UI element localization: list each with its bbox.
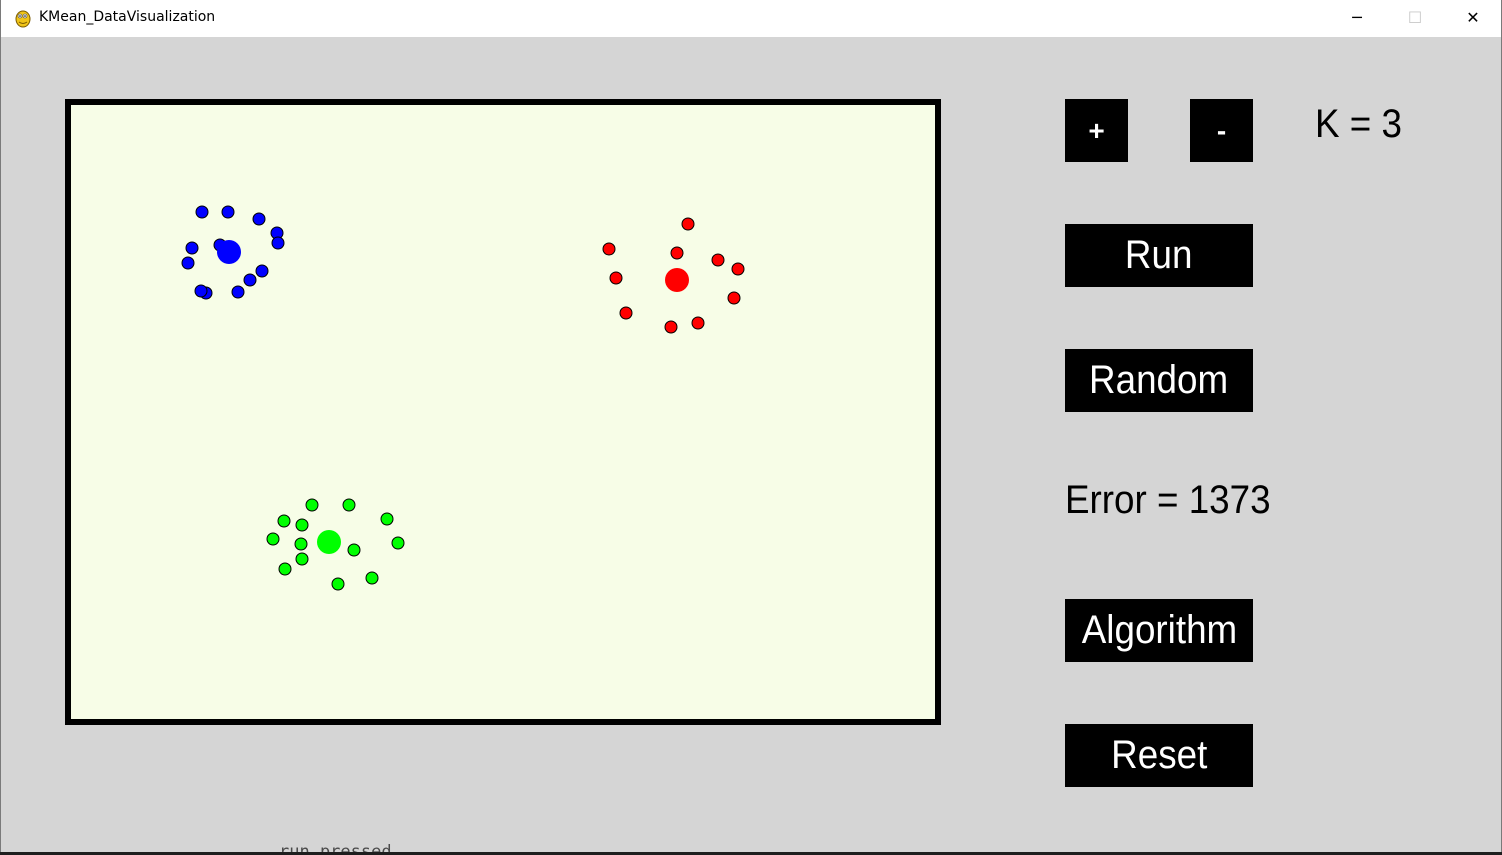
green-data-point	[294, 537, 308, 551]
random-button-label: Random	[1089, 358, 1229, 402]
red-data-point	[727, 291, 741, 305]
green-data-point	[278, 562, 292, 576]
increase-k-button[interactable]: +	[1065, 99, 1128, 162]
green-data-point	[331, 577, 345, 591]
run-button[interactable]: Run	[1065, 224, 1253, 287]
cluster-plot	[181, 205, 745, 591]
algorithm-button-label: Algorithm	[1081, 608, 1237, 652]
maximize-button[interactable]: ☐	[1386, 0, 1444, 34]
red-data-point	[664, 320, 678, 334]
red-data-point	[602, 242, 616, 256]
algorithm-button[interactable]: Algorithm	[1065, 599, 1253, 662]
minimize-button[interactable]: ─	[1328, 0, 1386, 34]
red-data-point	[670, 246, 684, 260]
green-data-point	[305, 498, 319, 512]
blue-data-point	[255, 264, 269, 278]
blue-data-point	[221, 205, 235, 219]
green-data-point	[295, 518, 309, 532]
red-data-point	[711, 253, 725, 267]
red-centroid	[665, 268, 689, 292]
blue-data-point	[181, 256, 195, 270]
decrease-k-button[interactable]: -	[1190, 99, 1253, 162]
random-button[interactable]: Random	[1065, 349, 1253, 412]
green-data-point	[347, 543, 361, 557]
window-title: KMean_DataVisualization	[39, 9, 216, 25]
green-data-point	[277, 514, 291, 528]
error-value-text: Error = 1373	[1065, 478, 1271, 522]
blue-data-point	[252, 212, 266, 226]
green-data-point	[266, 532, 280, 546]
reset-button-label: Reset	[1110, 733, 1208, 777]
red-data-point	[731, 262, 745, 276]
pygame-snake-icon	[15, 10, 31, 28]
green-data-point	[380, 512, 394, 526]
close-button[interactable]: ✕	[1444, 0, 1502, 34]
red-data-point	[619, 306, 633, 320]
green-data-point	[295, 552, 309, 566]
blue-data-point	[195, 205, 209, 219]
blue-centroid	[217, 240, 241, 264]
green-data-point	[342, 498, 356, 512]
blue-data-point	[185, 241, 199, 255]
blue-data-point	[271, 236, 285, 250]
reset-button[interactable]: Reset	[1065, 724, 1253, 787]
console-output-peek: run pressed	[279, 842, 392, 852]
k-value-label: K = 3	[1315, 102, 1410, 147]
blue-data-point	[231, 285, 245, 299]
app-window: KMean_DataVisualization ─ ☐ ✕ + - K = 3 …	[0, 0, 1502, 852]
green-centroid	[317, 530, 341, 554]
red-data-point	[609, 271, 623, 285]
blue-data-point	[243, 273, 257, 287]
run-button-label: Run	[1125, 233, 1193, 277]
error-label: Error = 1373	[1065, 478, 1288, 523]
blue-data-point	[194, 284, 208, 298]
red-data-point	[681, 217, 695, 231]
green-data-point	[365, 571, 379, 585]
green-data-point	[391, 536, 405, 550]
title-bar[interactable]: KMean_DataVisualization ─ ☐ ✕	[1, 0, 1501, 37]
k-value-text: K = 3	[1315, 102, 1402, 146]
scatter-canvas[interactable]	[65, 99, 941, 725]
red-data-point	[691, 316, 705, 330]
